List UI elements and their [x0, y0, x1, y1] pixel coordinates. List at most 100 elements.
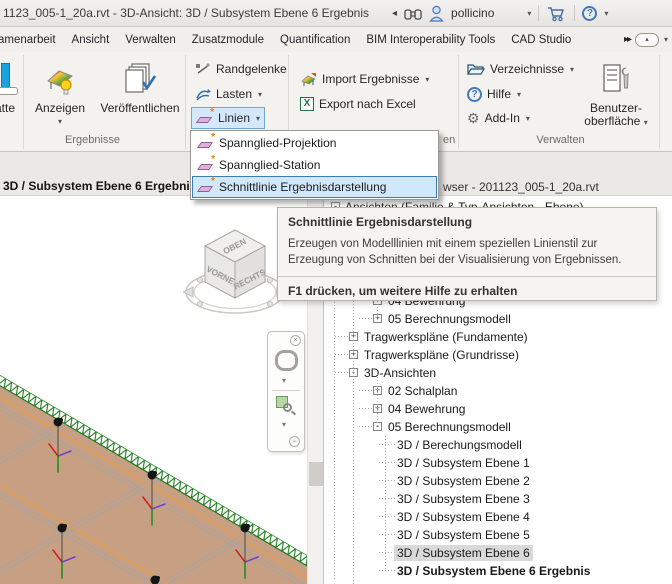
tooltip: Schnittlinie Ergebnisdarstellung Erzeuge… — [277, 207, 657, 301]
navbar-collapse-icon[interactable]: − — [289, 436, 300, 447]
navbar-close-icon[interactable]: × — [290, 335, 301, 346]
hilfe-button[interactable]: ? Hilfe ▾ — [463, 83, 525, 105]
scrollbar-thumb[interactable] — [309, 462, 323, 486]
tab-overflow-chevrons-icon[interactable]: ▸▸ — [624, 34, 630, 45]
tooltip-body-line1: Erzeugen von Modelllinien mit einem spez… — [288, 236, 646, 252]
user-icon[interactable] — [429, 5, 444, 22]
tree-row-3d-subsystem-ebene-5[interactable]: 3D / Subsystem Ebene 5 — [323, 526, 672, 544]
randgelenke-icon — [195, 62, 211, 76]
platte-button[interactable]: atte — [0, 56, 26, 134]
tree-guide — [377, 374, 378, 427]
minimize-ribbon-button[interactable]: ▴ — [635, 33, 659, 47]
anzeigen-button[interactable]: Anzeigen ▾ — [24, 56, 96, 134]
veroeffentlichen-button[interactable]: Veröffentlichen — [98, 56, 182, 134]
tree-row-3d-subsystem-ebene-1[interactable]: 3D / Subsystem Ebene 1 — [323, 454, 672, 472]
tab-bim-interoperability-tools[interactable]: BIM Interoperability Tools — [358, 34, 503, 46]
results-display-icon — [45, 56, 75, 102]
navigation-bar: × ▾ ▾ − — [267, 331, 305, 452]
tendon-line-icon: * — [197, 137, 214, 150]
tooltip-title: Schnittlinie Ergebnisdarstellung — [288, 215, 646, 229]
tree-row-3d-subsystem-ebene-3[interactable]: 3D / Subsystem Ebene 3 — [323, 490, 672, 508]
tree-row-04-bewehrung[interactable]: +04 Bewehrung — [323, 400, 672, 418]
linien-icon: * — [196, 112, 213, 125]
tab-zusatzmodule[interactable]: Zusatzmodule — [184, 34, 272, 46]
verzeichnisse-caret-icon: ▾ — [570, 65, 574, 74]
titlebar-divider — [574, 5, 575, 21]
lasten-button[interactable]: Lasten ▾ — [191, 83, 266, 105]
cart-icon[interactable] — [546, 5, 567, 22]
folder-icon — [467, 62, 485, 76]
project-browser-tree: +04 Bewehrung+05 Berechnungsmodell+Tragw… — [323, 292, 672, 584]
verzeichnisse-button[interactable]: Verzeichnisse ▾ — [463, 58, 578, 80]
tree-guide — [385, 436, 386, 571]
tendon-line-icon: * — [197, 181, 214, 194]
tree-row-05-berechnungsmodell[interactable]: -05 Berechnungsmodell — [323, 418, 672, 436]
randgelenke-button[interactable]: Randgelenke — [191, 58, 291, 80]
tree-guide — [353, 292, 354, 584]
tendon-line-icon: * — [197, 159, 214, 172]
tab-amenarbeit[interactable]: amenarbeit — [0, 34, 64, 46]
tree-row-3d-berechungsmodell[interactable]: 3D / Berechungsmodell — [323, 436, 672, 454]
zoom-region-icon[interactable] — [276, 396, 296, 416]
lasten-icon — [195, 87, 211, 101]
platte-icon — [0, 56, 18, 102]
gear-icon: ⚙ — [467, 111, 480, 125]
menu-item-schnittlinie-ergebnisdarstellung[interactable]: *Schnittlinie Ergebnisdarstellung — [192, 176, 437, 198]
title-bar: 1123_005-1_20a.rvt - 3D-Ansicht: 3D / Su… — [0, 0, 672, 27]
tab-cad-studio[interactable]: CAD Studio — [503, 34, 579, 46]
panel-label-fragment: en — [443, 134, 463, 149]
menu-item-spannglied-station[interactable]: *Spannglied-Station — [192, 154, 437, 176]
panel-separator — [185, 55, 186, 149]
panel-separator — [659, 55, 660, 149]
linien-dropdown-menu: *Spannglied-Projektion*Spannglied-Statio… — [190, 130, 439, 200]
panel-label-ergebnisse[interactable]: Ergebnisse — [0, 134, 185, 149]
tab-verwalten[interactable]: Verwalten — [117, 34, 184, 46]
tooltip-footer: F1 drücken, um weitere Hilfe zu erhalten — [288, 284, 646, 298]
tooltip-body-line2: Erzeugung von Schnitten bei der Visualis… — [288, 252, 646, 268]
import-results-icon — [300, 72, 317, 87]
navbar-divider — [272, 390, 300, 391]
tree-row-3d-ansichten[interactable]: -3D-Ansichten — [323, 364, 672, 382]
add-in-button[interactable]: ⚙ Add-In ▾ — [463, 107, 534, 129]
linien-caret-icon: ▾ — [256, 114, 260, 123]
tree-row-05-berechnungsmodell[interactable]: +05 Berechnungsmodell — [323, 310, 672, 328]
export-nach-excel-button[interactable]: X Export nach Excel — [296, 93, 420, 115]
window-title: 1123_005-1_20a.rvt - 3D-Ansicht: 3D / Su… — [3, 6, 369, 20]
tab-quantification[interactable]: Quantification — [272, 34, 358, 46]
signed-in-user[interactable]: pollicino — [451, 6, 494, 20]
hilfe-caret-icon: ▾ — [517, 90, 521, 99]
import-caret-icon: ▾ — [425, 75, 429, 84]
collapse-chevron-icon[interactable]: ◂ — [392, 8, 397, 19]
wheel-caret-icon[interactable]: ▾ — [282, 376, 286, 385]
tree-row-02-schalplan[interactable]: +02 Schalplan — [323, 382, 672, 400]
help-icon[interactable]: ? — [582, 6, 597, 21]
tree-row-3d-subsystem-ebene-6-ergebnis[interactable]: 3D / Subsystem Ebene 6 Ergebnis — [323, 562, 672, 580]
tree-row-11-architektur[interactable]: +11 Architektur — [323, 580, 672, 584]
menu-item-spannglied-projektion[interactable]: *Spannglied-Projektion — [192, 132, 437, 154]
zoom-caret-icon[interactable]: ▾ — [282, 420, 286, 429]
search-binoculars-icon[interactable] — [404, 6, 422, 21]
active-view-tab[interactable]: 3D / Subsystem Ebene 6 Ergebnis — [3, 179, 196, 193]
user-interface-icon — [599, 56, 633, 102]
benutzeroberflaeche-button[interactable]: Benutzer- oberfläche ▾ — [576, 56, 656, 134]
user-menu-caret-icon[interactable]: ▾ — [527, 9, 531, 18]
tooltip-separator — [278, 276, 656, 277]
lasten-caret-icon: ▾ — [258, 90, 262, 99]
steering-wheel-icon[interactable] — [275, 350, 298, 371]
tree-row-3d-subsystem-ebene-4[interactable]: 3D / Subsystem Ebene 4 — [323, 508, 672, 526]
ribbon-state-caret-icon[interactable]: ▾ — [664, 35, 668, 44]
tree-row-tragwerkspläne-fundamente[interactable]: +Tragwerkspläne (Fundamente) — [323, 328, 672, 346]
help-menu-caret-icon[interactable]: ▾ — [604, 9, 608, 18]
tree-row-3d-subsystem-ebene-6[interactable]: 3D / Subsystem Ebene 6 — [323, 544, 672, 562]
tab-ansicht[interactable]: Ansicht — [64, 34, 118, 46]
panel-label-verwalten[interactable]: Verwalten — [462, 134, 659, 149]
tree-row-tragwerkspläne-grundrisse[interactable]: +Tragwerkspläne (Grundrisse) — [323, 346, 672, 364]
viewcube[interactable]: OBEN VORNE RECHTS — [183, 218, 287, 326]
linien-button[interactable]: * Linien ▾ — [191, 107, 265, 129]
benutzeroberflaeche-caret-icon: ▾ — [644, 118, 648, 127]
add-in-caret-icon: ▾ — [526, 114, 530, 123]
ribbon-tab-bar: amenarbeitAnsichtVerwaltenZusatzmoduleQu… — [0, 27, 672, 52]
anzeigen-caret-icon: ▾ — [58, 115, 62, 128]
tree-row-3d-subsystem-ebene-2[interactable]: 3D / Subsystem Ebene 2 — [323, 472, 672, 490]
import-ergebnisse-button[interactable]: Import Ergebnisse ▾ — [296, 68, 433, 90]
